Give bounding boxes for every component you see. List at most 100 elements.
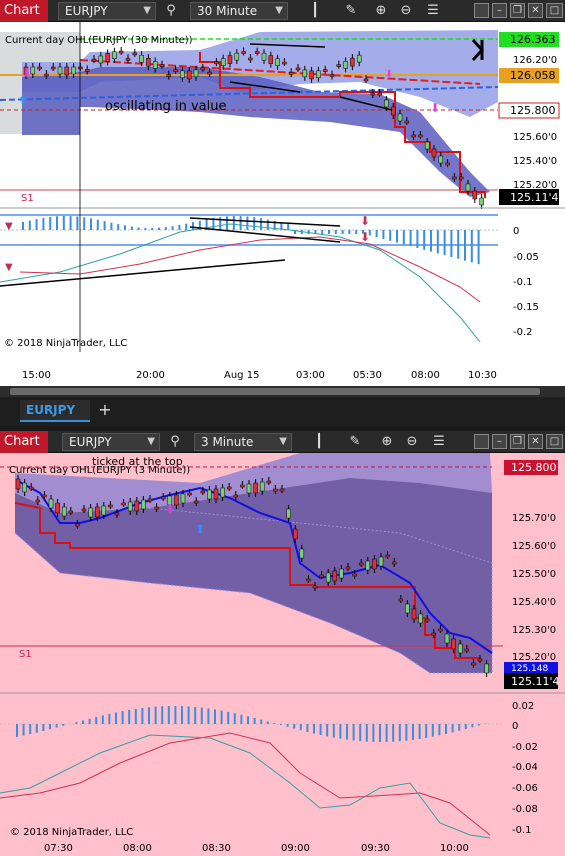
- histogram-bar: [409, 230, 412, 247]
- histogram-bar: [207, 708, 210, 724]
- candle: [438, 155, 444, 164]
- bottom-chart-canvas[interactable]: ⬇ ⬆ Current day OHL(EURJPY (3 Minute)) t…: [0, 453, 565, 856]
- histogram-bar: [286, 724, 289, 727]
- histogram-bar: [167, 706, 170, 724]
- candle: [94, 506, 100, 518]
- histogram-bar: [464, 724, 467, 730]
- minimize-panel-icon[interactable]: [474, 3, 489, 18]
- candle: [220, 58, 226, 66]
- candle: [299, 548, 305, 559]
- window-minimize-icon[interactable]: –: [492, 3, 507, 18]
- histogram-bar: [339, 724, 342, 739]
- window-restore-icon[interactable]: ❐: [510, 3, 525, 18]
- histogram-bar: [181, 706, 183, 724]
- candle: [336, 64, 342, 67]
- draw-tool-icon[interactable]: ✎: [342, 2, 360, 20]
- osc-tick: -0.2: [513, 327, 533, 338]
- window-maximize-icon[interactable]: □: [546, 434, 563, 449]
- osc-tick: 0: [513, 226, 519, 237]
- horizontal-scrollbar[interactable]: [0, 386, 565, 397]
- chart-menu-button[interactable]: Chart: [0, 431, 48, 453]
- histogram-bar: [355, 230, 358, 234]
- histogram-bar: [389, 230, 392, 241]
- histogram-bar: [328, 230, 330, 234]
- histogram-bar: [246, 216, 249, 230]
- window-restore-icon[interactable]: ❐: [510, 434, 525, 449]
- down-arrow-marker-icon: ⬇: [430, 101, 440, 115]
- chart-menu-button[interactable]: Chart: [0, 0, 48, 22]
- candle: [424, 141, 430, 150]
- histogram-bar: [154, 706, 157, 724]
- candle: [295, 67, 301, 71]
- histogram-bar: [326, 724, 329, 737]
- annotation-text: ticked at the top: [92, 455, 183, 468]
- candle: [319, 574, 324, 578]
- candle: [329, 74, 335, 77]
- candle: [139, 54, 144, 63]
- candle: [451, 638, 456, 650]
- candle: [42, 494, 47, 498]
- marker-triangle-icon: ▼: [5, 262, 13, 273]
- ma-price-value: 125.148: [511, 664, 548, 674]
- histogram-bar: [396, 230, 398, 243]
- candle: [273, 488, 278, 492]
- bar-style-icon[interactable]: ┃: [306, 2, 324, 20]
- zoom-in-icon[interactable]: ⊕: [378, 433, 396, 451]
- timeframe-label: 3 Minute: [201, 435, 254, 449]
- candle: [220, 487, 225, 498]
- candle: [37, 66, 42, 70]
- histogram-bar: [22, 724, 25, 736]
- candle: [147, 498, 153, 502]
- top-chart-canvas[interactable]: ⬇ ⬆ ⬇ ⬇ Current day OHL(EURJPY (30 Minut…: [0, 22, 565, 386]
- window-close-icon[interactable]: ✕: [528, 3, 543, 18]
- histogram-bar: [307, 230, 310, 234]
- price-tick: 125.60'0: [512, 541, 556, 552]
- window-maximize-icon[interactable]: □: [546, 3, 563, 18]
- indicator-label: Current day OHL(EURJPY (30 Minute)): [5, 35, 193, 46]
- candle: [160, 496, 166, 500]
- candle: [343, 61, 348, 69]
- add-tab-button[interactable]: +: [96, 400, 114, 420]
- timeframe-label: 30 Minute: [197, 4, 258, 18]
- histogram-bar: [313, 724, 315, 734]
- minimize-panel-icon[interactable]: [474, 434, 489, 449]
- histogram-bar: [42, 217, 45, 230]
- window-close-icon[interactable]: ✕: [528, 434, 543, 449]
- timeframe-selector[interactable]: 30 Minute ▼: [190, 2, 288, 20]
- histogram-bar: [232, 216, 235, 230]
- histogram-bar: [22, 222, 24, 230]
- histogram-bar: [88, 718, 91, 724]
- instrument-selector[interactable]: EURJPY ▼: [62, 433, 160, 451]
- keltner-band-left: [22, 107, 80, 135]
- histogram-bar: [299, 724, 302, 731]
- timeframe-selector[interactable]: 3 Minute ▼: [194, 433, 292, 451]
- draw-tool-icon[interactable]: ✎: [346, 433, 364, 451]
- histogram-bar: [103, 221, 106, 230]
- candle: [322, 69, 328, 72]
- zoom-out-icon[interactable]: ⊖: [403, 433, 421, 451]
- histogram-bar: [28, 220, 31, 230]
- candle: [173, 69, 178, 72]
- histogram-bar: [346, 724, 348, 740]
- instrument-selector[interactable]: EURJPY ▼: [58, 2, 156, 20]
- zoom-in-icon[interactable]: ⊕: [372, 2, 390, 20]
- properties-icon[interactable]: ☰: [424, 2, 442, 20]
- window-minimize-icon[interactable]: –: [492, 434, 507, 449]
- candle: [438, 628, 443, 632]
- candle: [112, 51, 117, 59]
- histogram-bar: [82, 720, 84, 724]
- histogram-bar: [141, 707, 144, 724]
- chevron-down-icon: ▼: [279, 436, 287, 447]
- bar-style-icon[interactable]: ┃: [310, 433, 328, 451]
- histogram-bar: [392, 724, 395, 742]
- histogram-bar: [178, 225, 181, 230]
- time-tick: 08:00: [411, 370, 440, 381]
- zoom-out-icon[interactable]: ⊖: [397, 2, 415, 20]
- scrollbar-thumb[interactable]: [10, 388, 540, 395]
- histogram-bar: [49, 724, 51, 730]
- tab-eurjpy[interactable]: EURJPY: [20, 400, 90, 422]
- search-icon[interactable]: ⚲: [162, 2, 180, 20]
- properties-icon[interactable]: ☰: [430, 433, 448, 451]
- search-icon[interactable]: ⚲: [166, 433, 184, 451]
- candle: [226, 486, 232, 490]
